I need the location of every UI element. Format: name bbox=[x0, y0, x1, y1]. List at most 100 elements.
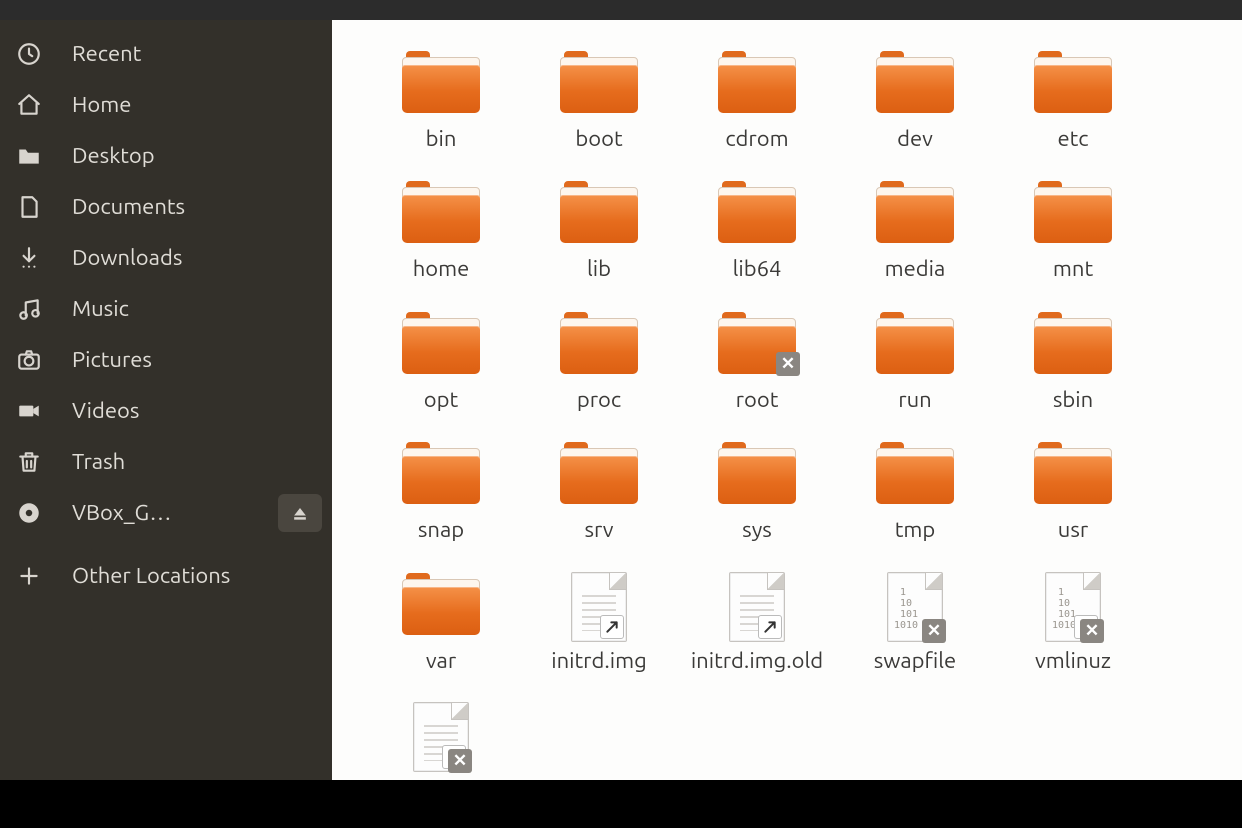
folder-icon bbox=[875, 311, 955, 381]
file-item-bin[interactable]: bin bbox=[362, 50, 520, 152]
sidebar-item-pictures[interactable]: Pictures bbox=[0, 334, 332, 385]
file-item-media[interactable]: media bbox=[836, 180, 994, 282]
file-item-label: swapfile bbox=[874, 648, 956, 674]
sidebar-item-label: Recent bbox=[72, 41, 332, 66]
file-item-home[interactable]: home bbox=[362, 180, 520, 282]
text-icon bbox=[559, 572, 639, 642]
sidebar-item-videos[interactable]: Videos bbox=[0, 385, 332, 436]
file-item-etc[interactable]: etc bbox=[994, 50, 1152, 152]
sidebar-item-recent[interactable]: Recent bbox=[0, 28, 332, 79]
file-item-label: mnt bbox=[1053, 256, 1093, 282]
sidebar-item-label: VBox_G… bbox=[72, 500, 278, 525]
sidebar-item-label: Music bbox=[72, 296, 332, 321]
file-item-label: sbin bbox=[1053, 387, 1093, 413]
file-item-label: home bbox=[413, 256, 470, 282]
file-item-label: vmlinuz.old bbox=[385, 778, 498, 780]
file-item-label: sys bbox=[742, 517, 772, 543]
file-item-label: lib64 bbox=[733, 256, 782, 282]
file-item-mnt[interactable]: mnt bbox=[994, 180, 1152, 282]
sidebar-item-other-locations[interactable]: Other Locations bbox=[0, 550, 332, 601]
file-icon bbox=[16, 194, 72, 220]
file-item-cdrom[interactable]: cdrom bbox=[678, 50, 836, 152]
sidebar-item-desktop[interactable]: Desktop bbox=[0, 130, 332, 181]
file-item-swapfile[interactable]: 1 10 101 1010✕swapfile bbox=[836, 572, 994, 674]
trash-icon bbox=[16, 449, 72, 475]
folder-icon bbox=[875, 441, 955, 511]
file-item-root[interactable]: ✕ root bbox=[678, 311, 836, 413]
file-item-label: srv bbox=[584, 517, 613, 543]
folder-icon bbox=[717, 180, 797, 250]
home-icon bbox=[16, 92, 72, 118]
sidebar-item-vbox-g-[interactable]: VBox_G… bbox=[0, 487, 332, 538]
symlink-emblem-icon bbox=[758, 615, 782, 639]
folder-icon bbox=[875, 50, 955, 120]
file-item-label: dev bbox=[897, 126, 933, 152]
sidebar-item-trash[interactable]: Trash bbox=[0, 436, 332, 487]
eject-button[interactable] bbox=[278, 494, 322, 532]
file-item-sys[interactable]: sys bbox=[678, 441, 836, 543]
symlink-emblem-icon bbox=[600, 615, 624, 639]
folder-icon bbox=[559, 311, 639, 381]
binary-icon: 1 10 101 1010✕ bbox=[1033, 572, 1113, 642]
file-item-tmp[interactable]: tmp bbox=[836, 441, 994, 543]
file-item-srv[interactable]: srv bbox=[520, 441, 678, 543]
sidebar-item-downloads[interactable]: Downloads bbox=[0, 232, 332, 283]
folder-icon: ✕ bbox=[717, 311, 797, 381]
folder-icon bbox=[1033, 311, 1113, 381]
file-item-label: tmp bbox=[895, 517, 936, 543]
file-item-label: etc bbox=[1058, 126, 1089, 152]
file-item-sbin[interactable]: sbin bbox=[994, 311, 1152, 413]
file-item-dev[interactable]: dev bbox=[836, 50, 994, 152]
video-icon bbox=[16, 398, 72, 424]
file-item-label: run bbox=[898, 387, 931, 413]
no-access-emblem-icon: ✕ bbox=[922, 619, 946, 643]
sidebar-item-label: Pictures bbox=[72, 347, 332, 372]
file-item-label: initrd.img.old bbox=[691, 648, 823, 674]
camera-icon bbox=[16, 347, 72, 373]
file-item-lib64[interactable]: lib64 bbox=[678, 180, 836, 282]
file-item-opt[interactable]: opt bbox=[362, 311, 520, 413]
file-item-run[interactable]: run bbox=[836, 311, 994, 413]
no-access-emblem-icon: ✕ bbox=[448, 749, 472, 773]
file-item-initrd-img[interactable]: initrd.img bbox=[520, 572, 678, 674]
sidebar-item-label: Videos bbox=[72, 398, 332, 423]
sidebar-item-home[interactable]: Home bbox=[0, 79, 332, 130]
sidebar-item-label: Other Locations bbox=[72, 563, 332, 588]
folder-icon bbox=[717, 441, 797, 511]
folder-icon bbox=[1033, 441, 1113, 511]
folder-icon bbox=[559, 441, 639, 511]
folder-icon bbox=[717, 50, 797, 120]
file-item-var[interactable]: var bbox=[362, 572, 520, 674]
sidebar: Recent Home DesktopDocuments Downloads Music… bbox=[0, 20, 332, 780]
file-item-vmlinuz-old[interactable]: ✕ vmlinuz.old bbox=[362, 702, 520, 780]
no-access-emblem-icon: ✕ bbox=[1080, 619, 1104, 643]
file-item-usr[interactable]: usr bbox=[994, 441, 1152, 543]
download-icon bbox=[16, 245, 72, 271]
file-item-boot[interactable]: boot bbox=[520, 50, 678, 152]
folder-icon bbox=[1033, 180, 1113, 250]
folder-icon bbox=[875, 180, 955, 250]
file-item-label: root bbox=[736, 387, 779, 413]
file-item-label: boot bbox=[575, 126, 622, 152]
file-item-proc[interactable]: proc bbox=[520, 311, 678, 413]
file-manager-window: Recent Home DesktopDocuments Downloads Music… bbox=[0, 20, 1242, 780]
file-item-vmlinuz[interactable]: 1 10 101 1010✕ vmlinuz bbox=[994, 572, 1152, 674]
file-item-label: bin bbox=[426, 126, 457, 152]
sidebar-item-documents[interactable]: Documents bbox=[0, 181, 332, 232]
folder-icon bbox=[401, 572, 481, 642]
sidebar-item-label: Home bbox=[72, 92, 332, 117]
folder-icon bbox=[559, 180, 639, 250]
file-grid: bin boot cdrom dev etc home lib lib64 media mnt op… bbox=[362, 50, 1232, 780]
sidebar-item-music[interactable]: Music bbox=[0, 283, 332, 334]
file-item-label: var bbox=[426, 648, 456, 674]
file-item-label: initrd.img bbox=[551, 648, 646, 674]
file-item-snap[interactable]: snap bbox=[362, 441, 520, 543]
content-area: bin boot cdrom dev etc home lib lib64 media mnt op… bbox=[332, 20, 1242, 780]
file-item-label: snap bbox=[418, 517, 464, 543]
file-item-label: vmlinuz bbox=[1035, 648, 1111, 674]
file-item-initrd-img-old[interactable]: initrd.img.old bbox=[678, 572, 836, 674]
file-item-lib[interactable]: lib bbox=[520, 180, 678, 282]
plus-icon bbox=[16, 563, 72, 589]
folder-icon bbox=[401, 50, 481, 120]
sidebar-item-label: Downloads bbox=[72, 245, 332, 270]
